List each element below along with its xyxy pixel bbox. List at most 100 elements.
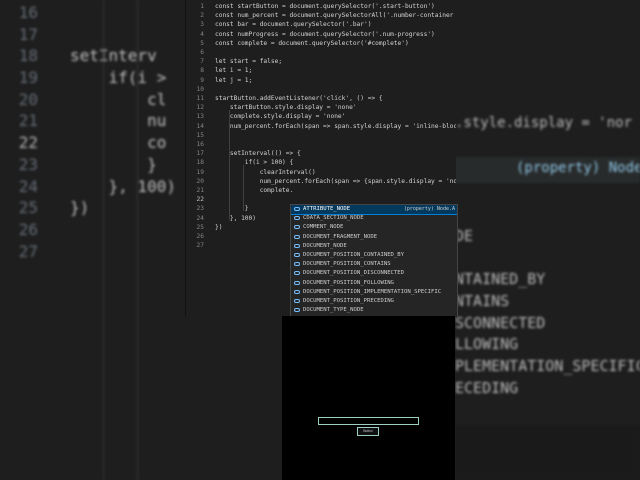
code-text: }, 100) — [215, 214, 256, 222]
code-line[interactable]: 20 num_percent.forEach(span => {span.sty… — [186, 177, 456, 186]
code-line[interactable]: 16 — [186, 140, 456, 149]
line-number: 6 — [200, 49, 204, 56]
background-line-number: 25 — [18, 198, 38, 218]
code-line[interactable]: 11 startButton.addEventListener('click', … — [186, 94, 456, 103]
property-icon — [294, 280, 300, 285]
code-line[interactable]: 21 complete. — [186, 186, 456, 195]
code-text: setInterval(() => { — [215, 150, 301, 158]
background-line-number: 18 — [18, 46, 38, 66]
code-text: complete. — [215, 187, 294, 194]
line-number: 7 — [200, 58, 204, 66]
background-line-number: 24 — [18, 176, 38, 196]
code-line[interactable]: 9 let j = 1; — [186, 76, 456, 85]
code-line[interactable]: 7 let start = false; — [186, 57, 456, 66]
line-number: 12 — [196, 104, 204, 112]
line-number: 23 — [196, 205, 204, 213]
code-line[interactable]: 12 startButton.style.display = 'none' — [186, 103, 456, 112]
background-line-number: 23 — [18, 154, 38, 174]
property-icon — [294, 262, 300, 267]
background-line-number: 27 — [18, 241, 38, 261]
code-line[interactable]: 13 complete.style.display = 'none' — [186, 112, 456, 121]
background-suggest-fragment: PLEMENTATION_SPECIFIC — [455, 357, 640, 375]
property-icon — [294, 252, 300, 257]
suggest-item-label: ATTRIBUTE_NODE — [303, 206, 351, 212]
property-icon — [294, 243, 300, 248]
suggest-item[interactable]: DOCUMENT_POSITION_DISCONNECTED — [291, 269, 457, 278]
suggest-item-label: DOCUMENT_TYPE_NODE — [303, 307, 364, 314]
suggest-item[interactable]: CDATA_SECTION_NODE — [291, 214, 457, 223]
code-line[interactable]: 4 const numProgress = document.querySelec… — [186, 30, 456, 39]
progress-bar — [318, 417, 419, 425]
line-number: 16 — [196, 141, 204, 148]
property-icon — [294, 216, 300, 221]
background-code-text: }, 100) — [70, 176, 176, 196]
line-number: 8 — [200, 67, 204, 75]
suggest-item-label: DOCUMENT_POSITION_CONTAINS — [303, 261, 391, 268]
code-line[interactable]: 6 — [186, 48, 456, 57]
code-line[interactable]: 3 const bar = document.querySelector('.ba… — [186, 20, 456, 29]
code-line[interactable]: 22 — [186, 195, 456, 204]
background-code-text: cl — [70, 89, 167, 109]
line-number: 3 — [200, 21, 204, 29]
line-number: 20 — [196, 177, 204, 185]
code-line[interactable]: 5 const complete = document.querySelector… — [186, 39, 456, 48]
property-icon — [294, 225, 300, 230]
suggest-item[interactable]: ATTRIBUTE_NODE (property) Node.A — [291, 205, 457, 216]
background-dark-area — [455, 425, 640, 480]
line-number: 25 — [196, 223, 204, 231]
suggest-item[interactable]: DOCUMENT_FRAGMENT_NODE — [291, 233, 457, 242]
suggest-item[interactable]: DOCUMENT_POSITION_FOLLOWING — [291, 279, 457, 288]
background-code-text: if(i > — [70, 68, 167, 88]
background-code-text: co — [70, 133, 167, 153]
background-line-number: 19 — [18, 68, 38, 88]
line-number: 5 — [200, 39, 204, 47]
line-number: 24 — [196, 214, 204, 222]
line-number: 26 — [196, 233, 204, 240]
background-suggest-fragment: ECEDING — [455, 379, 519, 397]
suggest-item-label: CDATA_SECTION_NODE — [303, 215, 364, 222]
line-number: 22 — [196, 196, 204, 204]
line-number: 15 — [196, 131, 204, 139]
code-line[interactable]: 19 clearInterval() — [186, 168, 456, 177]
line-number: 13 — [196, 113, 204, 121]
property-icon — [294, 298, 300, 303]
suggest-item-label: DOCUMENT_POSITION_FOLLOWING — [303, 279, 394, 286]
suggest-item[interactable]: DOCUMENT_POSITION_PRECEDING — [291, 297, 457, 306]
background-code-text: setInterv — [70, 46, 157, 66]
code-line[interactable]: 15 — [186, 131, 456, 140]
code-line[interactable]: 10 — [186, 85, 456, 94]
code-line[interactable]: 14 num_percent.forEach(span => span.styl… — [186, 122, 456, 131]
background-suggest-fragment: NTAINED_BY — [455, 270, 546, 288]
background-line-number: 22 — [18, 133, 38, 153]
code-text: if(i > 100) { — [215, 159, 294, 167]
line-number: 10 — [196, 85, 204, 93]
autocomplete-suggest-widget[interactable]: ATTRIBUTE_NODE (property) Node.A CDATA_SEC… — [290, 204, 458, 318]
property-icon — [294, 289, 300, 294]
suggest-item[interactable]: DOCUMENT_POSITION_CONTAINED_BY — [291, 251, 457, 260]
property-icon — [294, 234, 300, 239]
code-line[interactable]: 2 const num_percent = document.querySelec… — [186, 11, 456, 20]
start-button[interactable]: Button — [357, 427, 379, 436]
line-number: 21 — [196, 187, 204, 194]
suggest-item[interactable]: DOCUMENT_POSITION_IMPLEMENTATION_SPECIFI… — [291, 288, 457, 297]
browser-preview: Button — [282, 316, 455, 480]
code-line[interactable]: 18 if(i > 100) { — [186, 158, 456, 167]
code-text: startButton.style.display = 'none' — [215, 104, 357, 112]
suggest-item[interactable]: DOCUMENT_POSITION_CONTAINS — [291, 260, 457, 269]
suggest-item[interactable]: DOCUMENT_NODE — [291, 242, 457, 251]
background-code-text: nu — [70, 111, 167, 131]
suggest-item[interactable]: COMMENT_NODE — [291, 223, 457, 232]
code-line[interactable]: 17 setInterval(() => { — [186, 149, 456, 158]
line-number: 9 — [200, 76, 204, 84]
code-line[interactable]: 1 const startButton = document.querySelec… — [186, 2, 456, 11]
code-text: const startButton = document.querySelect… — [215, 3, 435, 10]
suggest-item[interactable]: DOCUMENT_TYPE_NODE — [291, 306, 457, 315]
line-number: 11 — [196, 95, 204, 102]
background-line-number: 17 — [18, 24, 38, 44]
code-text: startButton.addEventListener('click', ()… — [215, 95, 383, 102]
background-right-text: .style.display = 'nor — [455, 115, 633, 131]
background-suggest-fragment: LLOWING — [455, 335, 519, 353]
code-line[interactable]: 8 let i = 1; — [186, 66, 456, 75]
code-text: }) — [215, 223, 223, 231]
code-text: const numProgress = document.querySelect… — [215, 30, 435, 38]
